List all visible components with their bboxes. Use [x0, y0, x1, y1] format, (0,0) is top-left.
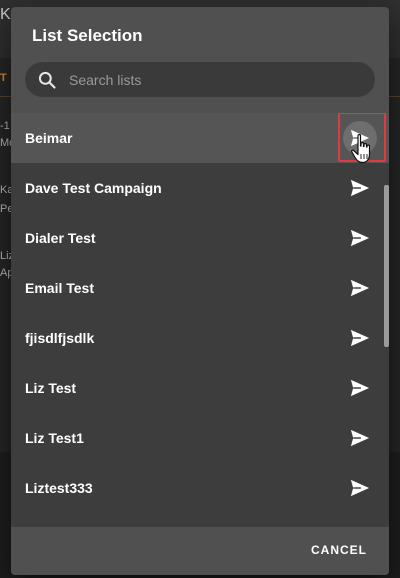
dialog-header: List Selection — [11, 7, 389, 113]
dialog-footer: CANCEL — [11, 527, 389, 575]
list-item[interactable]: fjisdlfjsdlk — [11, 313, 389, 363]
list-item-label: Beimar — [25, 130, 73, 146]
background-text: K — [0, 6, 11, 23]
list-item-label: Dialer Test — [25, 230, 96, 246]
send-icon — [350, 479, 370, 497]
hand-cursor-icon — [351, 134, 371, 164]
list-item-label: Dave Test Campaign — [25, 180, 162, 196]
list-item-label: Email Test — [25, 280, 94, 296]
send-button[interactable] — [347, 426, 373, 450]
list-item[interactable]: Beimar — [11, 113, 389, 164]
send-icon — [350, 379, 370, 397]
list-item-label: fjisdlfjsdlk — [25, 330, 95, 346]
list-selection-dialog: List Selection Beimar — [11, 7, 389, 575]
list-item[interactable]: Dialer Test — [11, 213, 389, 263]
list-container[interactable]: Beimar Dave Test Campaign Dialer Test Em… — [11, 113, 389, 533]
list-item-label: Liztest333 — [25, 480, 93, 496]
send-icon — [350, 229, 370, 247]
search-icon — [38, 71, 56, 89]
send-icon — [350, 179, 370, 197]
search-box[interactable] — [25, 62, 375, 97]
dialog-title: List Selection — [32, 26, 143, 45]
list-scrollbar[interactable] — [384, 185, 389, 347]
send-button[interactable] — [347, 376, 373, 400]
send-button[interactable] — [347, 476, 373, 500]
list-item[interactable]: Dave Test Campaign — [11, 163, 389, 213]
list-item[interactable]: Liz Test — [11, 363, 389, 413]
list-item[interactable]: Liz Test1 — [11, 413, 389, 463]
background-text: -1 — [0, 120, 10, 132]
list-item[interactable]: Email Test — [11, 263, 389, 313]
search-input[interactable] — [69, 62, 359, 97]
send-icon — [350, 279, 370, 297]
send-button[interactable] — [347, 326, 373, 350]
background-tab-fragment: T — [0, 72, 7, 84]
send-button[interactable] — [347, 226, 373, 250]
send-button[interactable] — [347, 176, 373, 200]
list-item-label: Liz Test1 — [25, 430, 84, 446]
send-icon — [350, 329, 370, 347]
cancel-button[interactable]: CANCEL — [311, 543, 367, 557]
list-item[interactable]: Liztest333 — [11, 463, 389, 513]
send-button[interactable] — [347, 276, 373, 300]
list-item-label: Liz Test — [25, 380, 77, 396]
send-icon — [350, 429, 370, 447]
